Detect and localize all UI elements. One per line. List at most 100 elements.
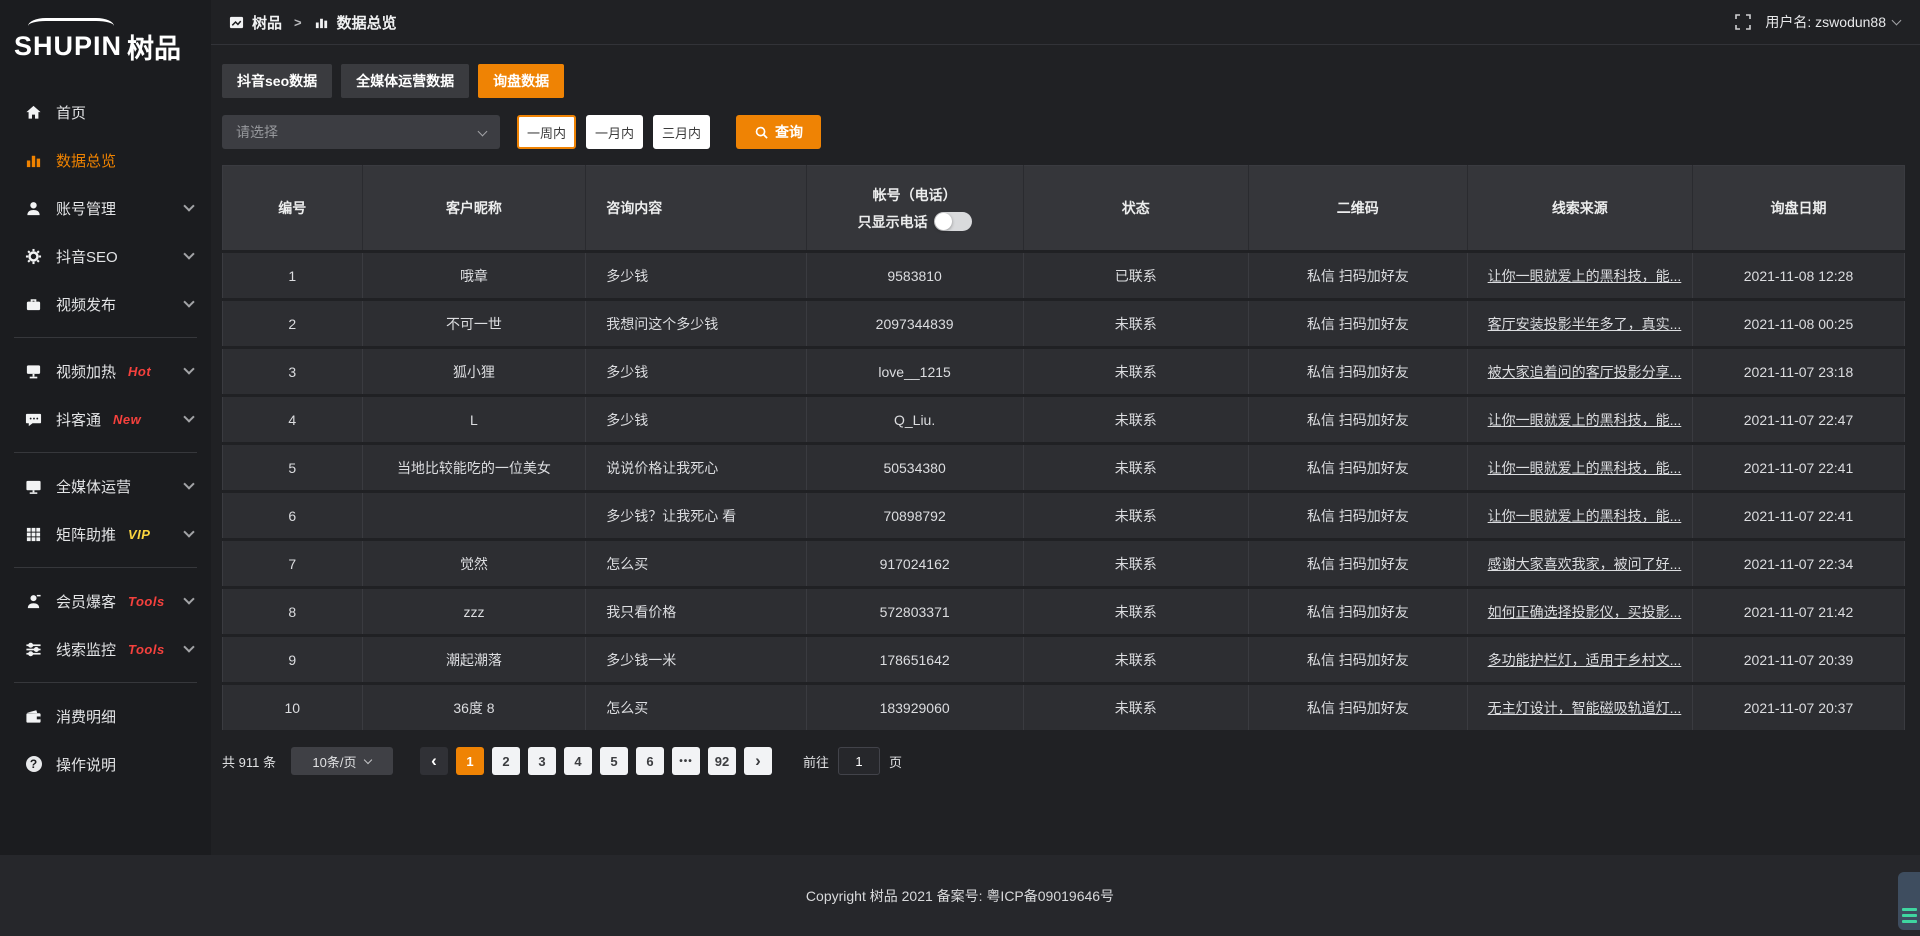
cell-qr[interactable]: 私信 扫码加好友: [1248, 396, 1467, 444]
phone-only-label: 只显示电话: [858, 212, 928, 232]
cell-qr[interactable]: 私信 扫码加好友: [1248, 492, 1467, 540]
cell-id: 10: [223, 684, 363, 732]
sidebar-item-video-publish[interactable]: 视频发布: [0, 280, 211, 328]
table-header-source: 线索来源: [1467, 166, 1692, 252]
cell-content: 说说价格让我死心: [586, 444, 806, 492]
range-button-one-week[interactable]: 一周内: [517, 115, 576, 149]
page-button-5[interactable]: 5: [600, 747, 628, 775]
page-button-3[interactable]: 3: [528, 747, 556, 775]
breadcrumb-root[interactable]: 树品: [252, 12, 282, 33]
cell-content: 怎么买: [586, 684, 806, 732]
sidebar-item-help[interactable]: ?操作说明: [0, 740, 211, 788]
sidebar-item-member-boom[interactable]: 会员爆客Tools: [0, 577, 211, 625]
cell-qr[interactable]: 私信 扫码加好友: [1248, 588, 1467, 636]
service-widget[interactable]: [1898, 872, 1920, 930]
cell-content: 怎么买: [586, 540, 806, 588]
page-number-group: 123456 ••• 92: [448, 747, 736, 775]
page-button-92[interactable]: 92: [708, 747, 736, 775]
cell-status: 未联系: [1023, 684, 1248, 732]
home-icon: [24, 103, 43, 121]
cell-status: 未联系: [1023, 636, 1248, 684]
cell-qr[interactable]: 私信 扫码加好友: [1248, 300, 1467, 348]
sidebar-item-label: 全媒体运营: [56, 476, 131, 497]
page-button-1[interactable]: 1: [456, 747, 484, 775]
sidebar-item-label: 会员爆客: [56, 591, 116, 612]
page-button-2[interactable]: 2: [492, 747, 520, 775]
sidebar-item-expense[interactable]: 消费明细: [0, 692, 211, 740]
table-row: 1036度 8怎么买183929060未联系私信 扫码加好友无主灯设计，智能磁吸…: [223, 684, 1905, 732]
cell-status: 未联系: [1023, 444, 1248, 492]
sidebar-item-clue-monitor[interactable]: 线索监控Tools: [0, 625, 211, 673]
table-row: 9潮起潮落多少钱一米178651642未联系私信 扫码加好友多功能护栏灯，适用于…: [223, 636, 1905, 684]
cell-source[interactable]: 让你一眼就爱上的黑科技，能...: [1467, 396, 1692, 444]
service-widget-stripes: [1902, 905, 1917, 923]
cell-qr[interactable]: 私信 扫码加好友: [1248, 348, 1467, 396]
cell-id: 5: [223, 444, 363, 492]
range-button-one-month[interactable]: 一月内: [586, 115, 643, 149]
sidebar-item-doukertong[interactable]: 抖客通New: [0, 395, 211, 443]
cell-source[interactable]: 让你一眼就爱上的黑科技，能...: [1467, 444, 1692, 492]
tab-media-ops-data[interactable]: 全媒体运营数据: [341, 64, 469, 98]
sidebar-item-account[interactable]: 账号管理: [0, 184, 211, 232]
table-header-qr: 二维码: [1248, 166, 1467, 252]
search-button[interactable]: 查询: [736, 115, 821, 149]
sidebar-item-douyin-seo[interactable]: 抖音SEO: [0, 232, 211, 280]
cell-nickname: [362, 492, 586, 540]
sidebar-item-label: 抖客通: [56, 409, 101, 430]
logo-text-en: SHUPIN: [14, 31, 122, 62]
cell-source[interactable]: 被大家追着问的客厅投影分享...: [1467, 348, 1692, 396]
cell-source[interactable]: 感谢大家喜欢我家，被问了好...: [1467, 540, 1692, 588]
user-menu[interactable]: 用户名: zswodun88: [1765, 12, 1900, 32]
per-page-select[interactable]: 10条/页: [291, 747, 393, 775]
cell-account: 178651642: [806, 636, 1023, 684]
badge-tools: Tools: [128, 642, 165, 657]
filter-select[interactable]: 请选择: [222, 115, 500, 149]
cell-id: 9: [223, 636, 363, 684]
prev-page-button[interactable]: ‹: [420, 747, 448, 775]
table-row: 7觉然怎么买917024162未联系私信 扫码加好友感谢大家喜欢我家，被问了好.…: [223, 540, 1905, 588]
cell-qr[interactable]: 私信 扫码加好友: [1248, 252, 1467, 300]
cell-qr[interactable]: 私信 扫码加好友: [1248, 636, 1467, 684]
sidebar-item-media-ops[interactable]: 全媒体运营: [0, 462, 211, 510]
cell-source[interactable]: 如何正确选择投影仪，买投影...: [1467, 588, 1692, 636]
cell-account: 50534380: [806, 444, 1023, 492]
chat-icon: [24, 410, 43, 428]
cell-account: 572803371: [806, 588, 1023, 636]
filter-select-placeholder: 请选择: [236, 122, 278, 142]
cell-qr[interactable]: 私信 扫码加好友: [1248, 540, 1467, 588]
cell-source[interactable]: 让你一眼就爱上的黑科技，能...: [1467, 492, 1692, 540]
sidebar-item-data-overview[interactable]: 数据总览: [0, 136, 211, 184]
toggle-knob: [935, 213, 952, 230]
cell-qr[interactable]: 私信 扫码加好友: [1248, 444, 1467, 492]
gear-icon: [24, 247, 43, 265]
goto-page-input[interactable]: 1: [838, 747, 880, 775]
sidebar-item-label: 账号管理: [56, 198, 116, 219]
sidebar-item-video-heat[interactable]: 视频加热Hot: [0, 347, 211, 395]
main-column: 树品 > 数据总览 用户名: zswodun88: [211, 0, 1920, 855]
cell-content: 多少钱一米: [586, 636, 806, 684]
tab-inquiry-data[interactable]: 询盘数据: [478, 64, 564, 98]
cell-source[interactable]: 让你一眼就爱上的黑科技，能...: [1467, 252, 1692, 300]
copyright-text: Copyright 树品 2021 备案号: 粤ICP备09019646号: [806, 886, 1114, 906]
sidebar-item-home[interactable]: 首页: [0, 88, 211, 136]
page-button-6[interactable]: 6: [636, 747, 664, 775]
range-button-three-month[interactable]: 三月内: [653, 115, 710, 149]
cell-status: 未联系: [1023, 348, 1248, 396]
page-ellipsis-button[interactable]: •••: [672, 747, 700, 775]
cell-date: 2021-11-07 20:37: [1693, 684, 1905, 732]
phone-only-toggle[interactable]: [934, 212, 972, 231]
cell-source[interactable]: 客厅安装投影半年多了，真实...: [1467, 300, 1692, 348]
cell-id: 8: [223, 588, 363, 636]
fullscreen-icon[interactable]: [1735, 14, 1751, 30]
cell-source[interactable]: 多功能护栏灯，适用于乡村文...: [1467, 636, 1692, 684]
cell-id: 4: [223, 396, 363, 444]
page-button-4[interactable]: 4: [564, 747, 592, 775]
monitor-icon: [24, 477, 43, 495]
table-header-date: 询盘日期: [1693, 166, 1905, 252]
cell-source[interactable]: 无主灯设计，智能磁吸轨道灯...: [1467, 684, 1692, 732]
table-row: 4L多少钱Q_Liu.未联系私信 扫码加好友让你一眼就爱上的黑科技，能...20…: [223, 396, 1905, 444]
tab-douyin-seo-data[interactable]: 抖音seo数据: [222, 64, 332, 98]
next-page-button[interactable]: ›: [744, 747, 772, 775]
sidebar-item-matrix-boost[interactable]: 矩阵助推VIP: [0, 510, 211, 558]
cell-qr[interactable]: 私信 扫码加好友: [1248, 684, 1467, 732]
